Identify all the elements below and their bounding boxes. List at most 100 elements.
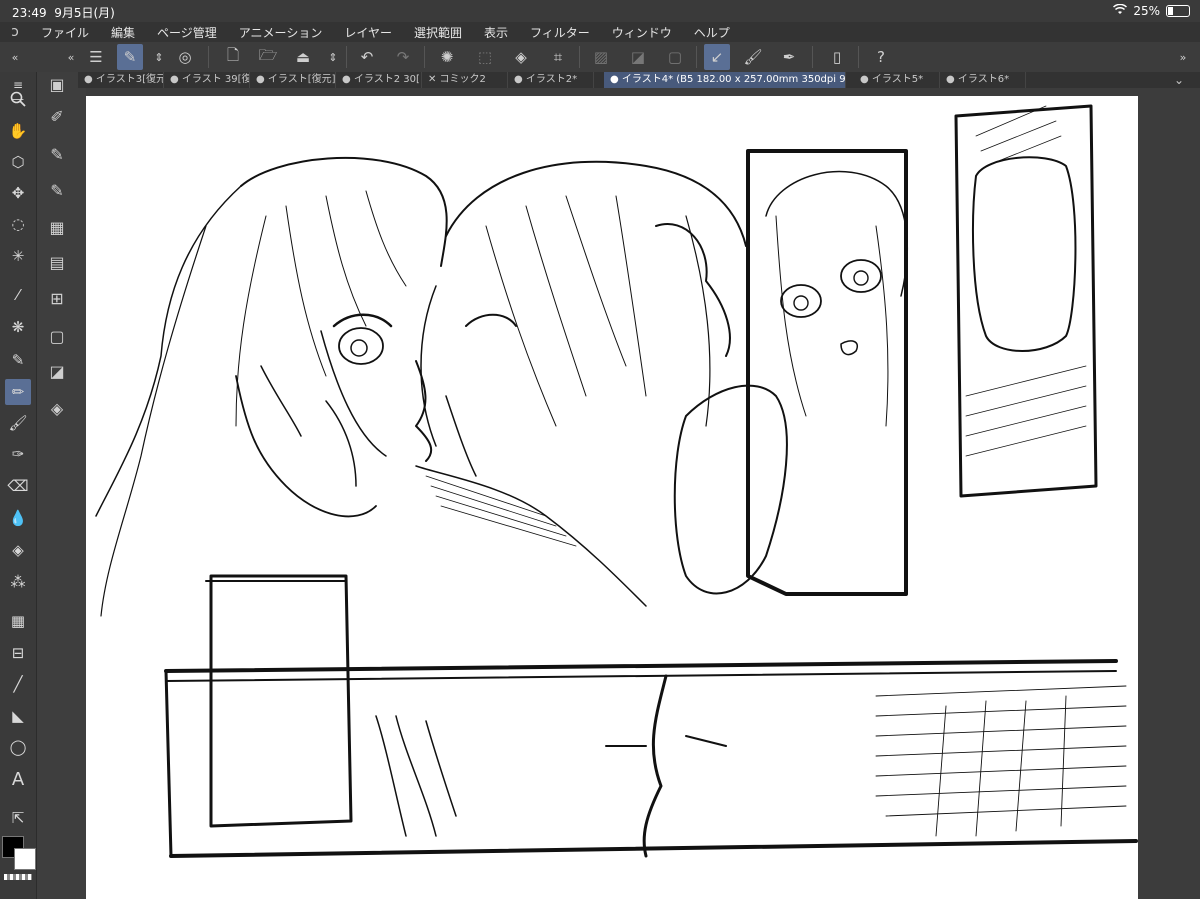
save-icon[interactable]: ⏏ <box>290 44 316 70</box>
menu-file[interactable]: ファイル <box>30 24 100 41</box>
balloon-icon[interactable]: ◯ <box>5 734 31 760</box>
document-tabs: ● イラスト3[復元 ● イラスト 39[復 ● イラスト[復元]* ● イラス… <box>78 72 1200 88</box>
crop-icon[interactable]: ⌗ <box>545 44 571 70</box>
transparent-color-chip[interactable] <box>4 874 32 880</box>
sub-color-chip[interactable] <box>14 848 36 870</box>
toolbar-divider <box>696 46 697 68</box>
spiral-icon[interactable]: ◎ <box>172 44 198 70</box>
toolbar-divider <box>812 46 813 68</box>
object-select-icon[interactable]: ⬡ <box>5 149 31 175</box>
status-bar: 23:49 9月5日(月) 25% <box>0 0 1200 22</box>
brush-icon[interactable]: 🖌 <box>740 44 766 70</box>
blend-icon[interactable]: 💧 <box>5 505 31 531</box>
toolbar-divider <box>208 46 209 68</box>
brush-tool-icon[interactable]: 🖌 <box>5 410 31 436</box>
menu-animation[interactable]: アニメーション <box>228 24 334 41</box>
color-chips[interactable] <box>2 836 36 876</box>
hamburger-menu-icon[interactable]: ☰ <box>83 44 109 70</box>
tab-illust5[interactable]: ● イラスト5* <box>854 72 940 88</box>
canvas-gutter-right <box>1140 88 1200 899</box>
tab-list-chevron-icon[interactable]: ⌄ <box>1168 72 1194 88</box>
toolbar-divider <box>424 46 425 68</box>
undo-icon[interactable]: ↶ <box>354 44 380 70</box>
menu-help[interactable]: ヘルプ <box>683 24 741 41</box>
app-logo-icon[interactable]: ↄ <box>0 24 30 40</box>
frame-border-icon[interactable]: ◣ <box>5 703 31 729</box>
navigator-icon[interactable]: ▢ <box>45 324 69 348</box>
loading-icon[interactable]: ✺ <box>434 44 460 70</box>
collapse-sub-icon[interactable]: « <box>58 44 84 70</box>
sub-tool-icon[interactable]: ✐ <box>45 104 69 128</box>
pen-tool-icon[interactable]: ✎ <box>5 347 31 373</box>
menu-filter[interactable]: フィルター <box>519 24 601 41</box>
tab-illust2-30[interactable]: ● イラスト2 30[ <box>336 72 422 88</box>
correct-line-icon[interactable]: ⇱ <box>5 805 31 831</box>
wifi-icon <box>1113 3 1128 18</box>
reference-layer-icon[interactable]: ↙ <box>704 44 730 70</box>
magic-wand-icon[interactable]: ✳ <box>5 243 31 269</box>
redo-icon[interactable]: ↷ <box>390 44 416 70</box>
edit-mode-icon[interactable]: ✎ <box>117 44 143 70</box>
menu-window[interactable]: ウィンドウ <box>601 24 683 41</box>
eyedropper-icon[interactable]: ⁄ <box>5 282 31 308</box>
battery-percent: 25% <box>1133 4 1160 18</box>
liquify-icon[interactable]: ❋ <box>5 314 31 340</box>
layer-property-icon[interactable]: ◪ <box>45 359 69 383</box>
menu-edit[interactable]: 編集 <box>100 24 146 41</box>
drawing-canvas[interactable] <box>86 96 1138 899</box>
menu-layer[interactable]: レイヤー <box>333 24 403 41</box>
invert-selection-icon[interactable]: ◪ <box>625 44 651 70</box>
tab-illust2[interactable]: ● イラスト2* <box>508 72 594 88</box>
move-icon[interactable]: ✥ <box>5 180 31 206</box>
eraser-icon[interactable]: ⌫ <box>5 473 31 499</box>
transform-icon[interactable]: ⬚ <box>472 44 498 70</box>
brush-size-icon[interactable]: ✎ <box>45 178 69 202</box>
color-set-icon[interactable]: ▦ <box>45 215 69 239</box>
toolbar-divider <box>579 46 580 68</box>
tool-property-icon[interactable]: ✎ <box>45 142 69 166</box>
clock: 23:49 <box>12 6 47 20</box>
help-icon[interactable]: ? <box>868 44 894 70</box>
toolbar-divider <box>346 46 347 68</box>
pen-icon[interactable]: ✒ <box>776 44 802 70</box>
magnifier-icon[interactable] <box>5 86 31 112</box>
menu-page-management[interactable]: ページ管理 <box>146 24 228 41</box>
window-icon[interactable]: ▣ <box>45 72 69 96</box>
text-tool-icon[interactable]: A <box>5 766 31 792</box>
airbrush-icon[interactable]: ⁂ <box>5 569 31 595</box>
new-file-icon[interactable]: 🗋 <box>220 44 246 70</box>
expand-right-icon[interactable]: » <box>1170 44 1196 70</box>
layers-icon[interactable]: ◈ <box>45 396 69 420</box>
tab-illust6[interactable]: ● イラスト6* <box>940 72 1026 88</box>
pencil-tool-icon[interactable]: ✏ <box>5 379 31 405</box>
animation-timeline-icon[interactable]: ▤ <box>45 250 69 274</box>
open-folder-icon[interactable]: 🗁 <box>255 44 281 70</box>
fill-icon[interactable]: ◈ <box>508 44 534 70</box>
clear-selection-icon[interactable]: ▨ <box>588 44 614 70</box>
menu-view[interactable]: 表示 <box>473 24 519 41</box>
gradient-icon[interactable]: ▦ <box>5 608 31 634</box>
selection-border-icon[interactable]: ▢ <box>662 44 688 70</box>
tab-illust39[interactable]: ● イラスト 39[復 <box>164 72 250 88</box>
line-tool-icon[interactable]: ╱ <box>5 671 31 697</box>
tab-comic2[interactable]: ✕ コミック2 <box>422 72 508 88</box>
tab-illust-restored[interactable]: ● イラスト[復元]* <box>250 72 336 88</box>
command-bar: « « ☰ ✎ ⇕ ◎ 🗋 🗁 ⏏ ⇕ ↶ ↷ ✺ ⬚ ◈ ⌗ ▨ ◪ ▢ ↙ … <box>0 42 1200 73</box>
canvas-gutter-left <box>78 88 86 899</box>
sub-tool-column: ▣ ✐ ✎ ✎ ▦ ▤ ⊞ ▢ ◪ ◈ <box>37 72 78 899</box>
hand-icon[interactable]: ✋ <box>5 118 31 144</box>
updown-arrows-icon[interactable]: ⇕ <box>146 44 172 70</box>
fill-bucket-icon[interactable]: ◈ <box>5 537 31 563</box>
tool-palette: ≡ — ✋ ⬡ ✥ ◌ ✳ ⁄ ❋ ✎ ✏ 🖌 ✑ ⌫ 💧 ◈ ⁂ ▦ ⊟ ╱ … <box>0 72 37 899</box>
lasso-icon[interactable]: ◌ <box>5 211 31 237</box>
menu-bar: ↄ ファイル 編集 ページ管理 アニメーション レイヤー 選択範囲 表示 フィル… <box>0 22 1200 42</box>
figure-icon[interactable]: ⊟ <box>5 640 31 666</box>
marker-tool-icon[interactable]: ✑ <box>5 441 31 467</box>
material-icon[interactable]: ⊞ <box>45 286 69 310</box>
collapse-left-icon[interactable]: « <box>2 44 28 70</box>
tab-illust3[interactable]: ● イラスト3[復元 <box>78 72 164 88</box>
menu-selection[interactable]: 選択範囲 <box>403 24 473 41</box>
smartphone-icon[interactable]: ▯ <box>824 44 850 70</box>
tab-illust4-active[interactable]: ● イラスト4* (B5 182.00 x 257.00mm 350dpi 95… <box>604 72 846 88</box>
updown-arrows-icon[interactable]: ⇕ <box>320 44 346 70</box>
